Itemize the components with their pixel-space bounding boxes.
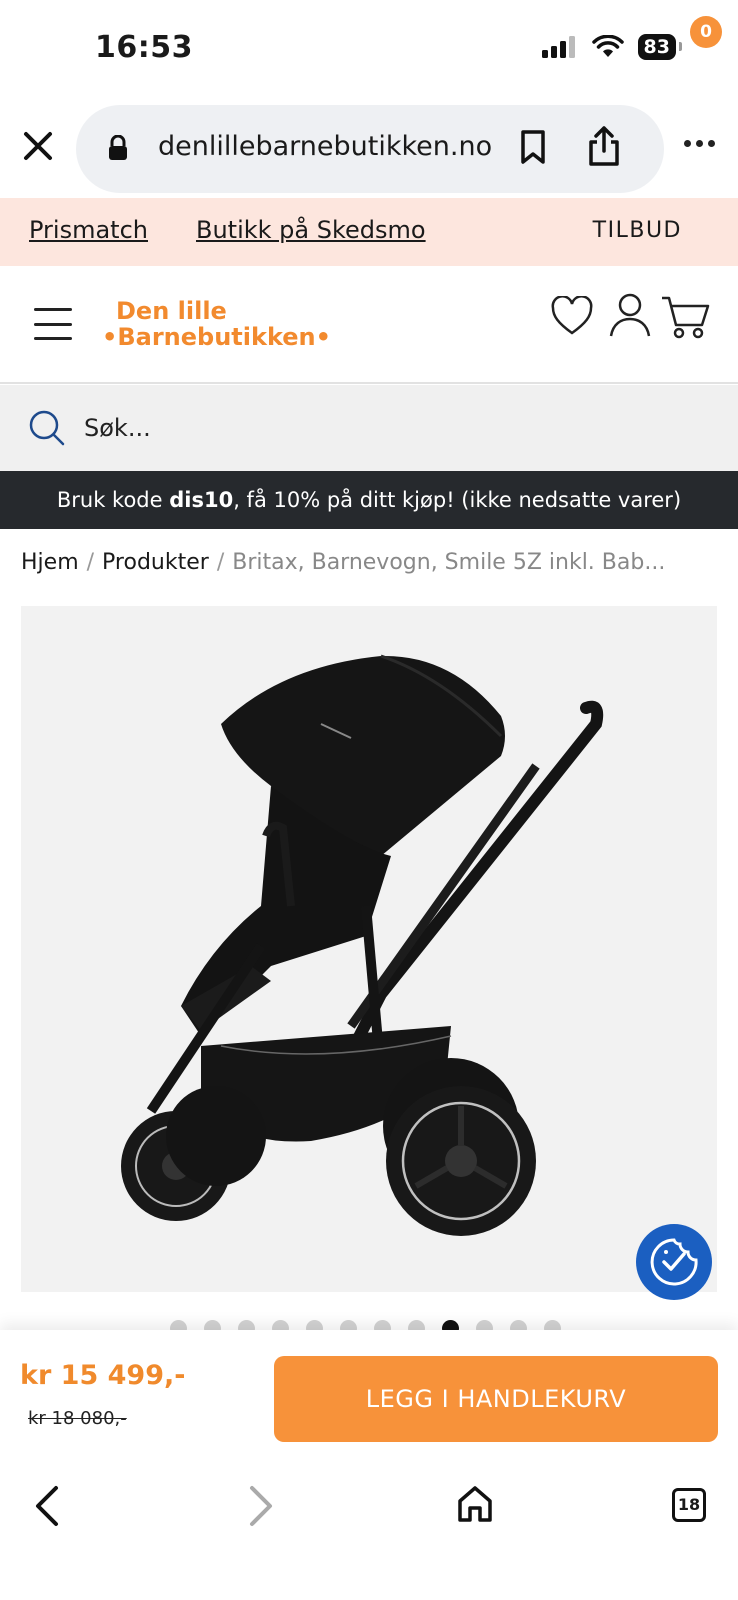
site-logo[interactable]: Den lille •Barnebutikken• (102, 298, 331, 350)
product-old-price: kr 18 080,- (28, 1408, 127, 1429)
url-bar[interactable]: denlillebarnebutikken.no (76, 105, 664, 193)
close-icon[interactable] (20, 128, 56, 164)
share-icon[interactable] (586, 125, 622, 167)
user-account-icon[interactable] (608, 292, 652, 338)
bookmark-icon[interactable] (518, 129, 548, 165)
breadcrumb-separator: / (216, 550, 225, 575)
search-input[interactable] (84, 407, 684, 449)
wishlist-heart-icon[interactable] (550, 296, 594, 336)
banner-prefix: Bruk kode (56, 488, 170, 512)
buy-bar: kr 15 499,- kr 18 080,- LEGG I HANDLEKUR… (0, 1330, 738, 1464)
cart-count-badge: 0 (690, 16, 722, 48)
battery-indicator: 83 (637, 34, 683, 60)
signal-icon (541, 36, 575, 58)
tabs-count-button[interactable]: 18 (672, 1488, 706, 1522)
breadcrumb-products[interactable]: Produkter (102, 550, 209, 575)
breadcrumb-separator: / (86, 550, 95, 575)
lock-icon (109, 135, 127, 160)
discount-code-banner: Bruk kode dis10, få 10% på ditt kjøp! (i… (0, 471, 738, 529)
menu-icon[interactable] (34, 308, 72, 340)
cookie-icon (650, 1238, 698, 1286)
logo-line2: •Barnebutikken• (102, 323, 331, 351)
search-bar (0, 385, 738, 471)
status-time: 16:53 (95, 30, 193, 65)
back-arrow-icon[interactable] (32, 1484, 62, 1528)
breadcrumb-home[interactable]: Hjem (21, 550, 79, 575)
wifi-icon (591, 35, 624, 57)
product-price: kr 15 499,- (20, 1360, 186, 1391)
more-options-icon[interactable] (684, 140, 715, 147)
browser-bottom-nav: 18 (0, 1464, 738, 1600)
logo-line1: Den lille (116, 297, 227, 325)
promo-strip: Prismatch Butikk på Skedsmo TILBUD (0, 198, 738, 266)
cookie-consent-button[interactable] (636, 1224, 712, 1300)
tilbud-link[interactable]: TILBUD (593, 218, 682, 243)
add-to-cart-button[interactable]: LEGG I HANDLEKURV (274, 1356, 718, 1442)
search-icon[interactable] (28, 409, 66, 447)
status-bar: 16:53 83 (0, 0, 738, 100)
cart-icon[interactable] (660, 294, 712, 340)
url-text: denlillebarnebutikken.no (158, 131, 493, 162)
stroller-image (121, 654, 604, 1236)
product-image[interactable] (21, 606, 717, 1292)
home-icon[interactable] (456, 1484, 494, 1524)
browser-address-row: denlillebarnebutikken.no (0, 100, 738, 196)
site-header: Den lille •Barnebutikken• (0, 266, 738, 384)
store-skedsmo-link[interactable]: Butikk på Skedsmo (196, 216, 426, 244)
status-icons: 83 (541, 34, 683, 60)
prismatch-link[interactable]: Prismatch (29, 216, 148, 244)
breadcrumb: Hjem / Produkter / Britax, Barnevogn, Sm… (21, 550, 665, 575)
breadcrumb-current: Britax, Barnevogn, Smile 5Z inkl. Bab... (232, 550, 666, 575)
banner-suffix: , få 10% på ditt kjøp! (ikke nedsatte va… (233, 488, 682, 512)
forward-arrow-icon[interactable] (246, 1484, 276, 1528)
banner-code: dis10 (169, 488, 234, 512)
